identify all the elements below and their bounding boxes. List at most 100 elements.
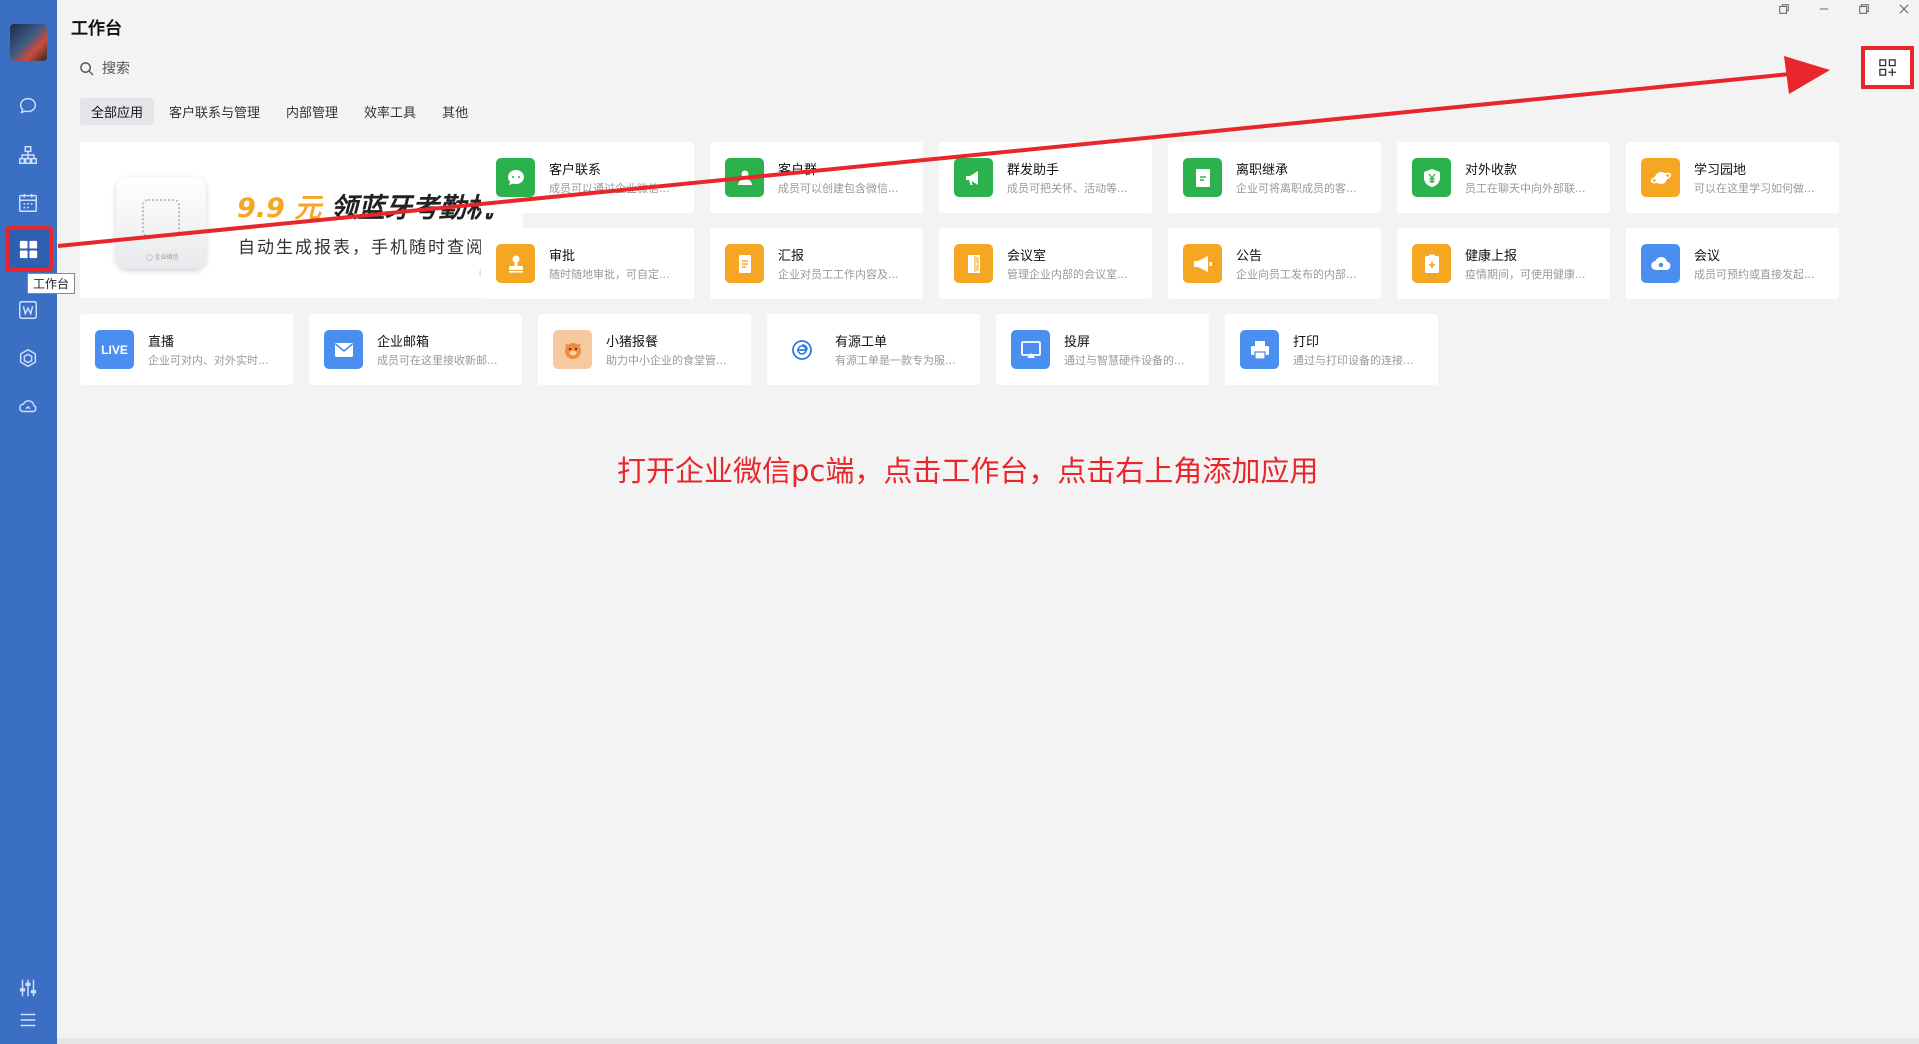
workbench-tooltip: 工作台 — [27, 273, 76, 294]
app-description: 成员可预约或直接发起... — [1694, 268, 1815, 281]
app-name: 对外收款 — [1465, 163, 1518, 178]
app-card[interactable]: 客户联系成员可以通过企业微信... — [481, 142, 694, 213]
app-card[interactable]: 对外收款 员工在聊天中向外部联... — [1397, 142, 1610, 213]
app-description: 成员可把关怀、活动等... — [1007, 182, 1128, 195]
app-name: 群发助手 — [1007, 163, 1060, 178]
page-title: 工作台 — [71, 19, 122, 39]
app-description: 管理企业内部的会议室... — [1007, 268, 1128, 281]
app-description: 企业可对内、对外实时... — [148, 354, 269, 367]
app-name: 有源工单 — [835, 335, 888, 350]
close-icon[interactable] — [1897, 2, 1911, 16]
app-name: 审批 — [549, 249, 576, 264]
add-app-button[interactable] — [1861, 46, 1914, 89]
app-card[interactable]: 客户群 成员可以创建包含微信... — [710, 142, 923, 213]
app-description: 企业可将离职成员的客... — [1236, 182, 1357, 195]
tab-other[interactable]: 其他 — [431, 98, 479, 125]
screen-cast-icon — [1011, 330, 1050, 369]
yuan-shield-icon — [1412, 158, 1451, 197]
app-description: 成员可以通过企业微信... — [549, 182, 670, 195]
restore-icon[interactable] — [1857, 2, 1871, 16]
app-card[interactable]: 会议室管理企业内部的会议室... — [939, 228, 1152, 299]
app-name: 企业邮箱 — [377, 335, 430, 350]
document-w-icon[interactable] — [14, 296, 42, 324]
search-input[interactable]: 搜索 — [102, 58, 130, 78]
tab-all-apps[interactable]: 全部应用 — [80, 98, 155, 125]
tab-customer[interactable]: 客户联系与管理 — [158, 98, 271, 125]
app-card[interactable]: 企业邮箱成员可在这里接收新邮... — [309, 314, 522, 385]
app-description: 随时随地审批，可自定... — [549, 268, 670, 281]
minimize-icon[interactable] — [1817, 2, 1831, 16]
add-app-icon — [1879, 59, 1897, 77]
app-card[interactable]: 离职继承企业可将离职成员的客... — [1168, 142, 1381, 213]
app-description: 有源工单是一款专为服... — [835, 354, 956, 367]
app-name: 客户联系 — [549, 163, 602, 178]
people-group-icon — [725, 158, 764, 197]
cloud-drive-icon[interactable] — [14, 392, 42, 420]
tab-internal[interactable]: 内部管理 — [275, 98, 349, 125]
app-card[interactable]: 健康上报 疫情期间，可使用健康... — [1397, 228, 1610, 299]
message-icon[interactable] — [14, 92, 42, 120]
app-name: 公告 — [1236, 249, 1263, 264]
app-card[interactable]: 学习园地可以在这里学习如何做... — [1626, 142, 1839, 213]
report-icon — [725, 244, 764, 283]
app-description: 企业向员工发布的内部... — [1236, 268, 1357, 281]
workorder-icon — [782, 330, 821, 369]
promo-banner[interactable]: ◯ 企业微信 9.9 元 领蓝牙考勤机 自动生成报表，手机随时查阅 — [80, 142, 523, 298]
app-name: 小猪报餐 — [606, 335, 659, 350]
app-description: 企业对员工工作内容及... — [778, 268, 899, 281]
app-card[interactable]: 投屏 通过与智慧硬件设备的... — [996, 314, 1209, 385]
app-description: 可以在这里学习如何做... — [1694, 182, 1815, 195]
workbench-nav-highlight[interactable] — [5, 226, 53, 272]
app-description: 成员可以创建包含微信... — [778, 182, 899, 195]
avatar[interactable] — [10, 24, 47, 61]
workbench-main: 工作台 搜索 全部应用 客户联系与管理 内部管理 效率工具 其他 ◯ 企业微信 … — [57, 0, 1919, 1044]
app-card[interactable]: LIVE 直播 企业可对内、对外实时... — [80, 314, 293, 385]
settings-sliders-icon[interactable] — [14, 974, 42, 1002]
megaphone-icon — [954, 158, 993, 197]
workbench-grid-icon — [19, 240, 38, 259]
health-clipboard-icon — [1412, 244, 1451, 283]
announcement-icon — [1183, 244, 1222, 283]
bottom-divider — [57, 1038, 1919, 1044]
banner-subtitle: 自动生成报表，手机随时查阅 — [238, 238, 485, 258]
app-name: 会议 — [1694, 249, 1721, 264]
pin-icon[interactable] — [1777, 2, 1791, 16]
app-card[interactable]: 审批随时随地审批，可自定... — [481, 228, 694, 299]
app-name: 汇报 — [778, 249, 805, 264]
app-name: 会议室 — [1007, 249, 1047, 264]
app-description: 通过与打印设备的连接... — [1293, 354, 1414, 367]
attendance-device-image: ◯ 企业微信 — [116, 177, 206, 269]
pig-icon — [553, 330, 592, 369]
calendar-icon[interactable] — [14, 189, 42, 217]
cube-icon[interactable] — [14, 344, 42, 372]
banner-headline: 9.9 元 领蓝牙考勤机 — [237, 186, 493, 225]
app-name: 投屏 — [1064, 335, 1091, 350]
app-card[interactable]: 小猪报餐助力中小企业的食堂管... — [538, 314, 751, 385]
chat-bubble-icon — [496, 158, 535, 197]
banner-price: 9.9 元 — [237, 193, 322, 224]
planet-icon — [1641, 158, 1680, 197]
window-controls — [1777, 2, 1911, 16]
app-name: 离职继承 — [1236, 163, 1289, 178]
app-card[interactable]: 会议成员可预约或直接发起... — [1626, 228, 1839, 299]
app-card[interactable]: 有源工单有源工单是一款专为服... — [767, 314, 980, 385]
banner-headline-text: 领蓝牙考勤机 — [330, 193, 493, 224]
app-card[interactable]: 群发助手成员可把关怀、活动等... — [939, 142, 1152, 213]
search-icon — [80, 61, 94, 76]
live-label: LIVE — [101, 342, 128, 357]
contacts-icon[interactable] — [14, 141, 42, 169]
app-description: 成员可在这里接收新邮... — [377, 354, 498, 367]
live-icon: LIVE — [95, 330, 134, 369]
app-name: 健康上报 — [1465, 249, 1518, 264]
search-bar[interactable]: 搜索 — [79, 58, 130, 78]
app-card[interactable]: 公告企业向员工发布的内部... — [1168, 228, 1381, 299]
tab-efficiency[interactable]: 效率工具 — [353, 98, 427, 125]
app-description: 助力中小企业的食堂管... — [606, 354, 727, 367]
cloud-meeting-icon — [1641, 244, 1680, 283]
app-card[interactable]: 打印通过与打印设备的连接... — [1225, 314, 1438, 385]
instruction-annotation: 打开企业微信pc端，点击工作台，点击右上角添加应用 — [617, 454, 1319, 488]
menu-icon[interactable] — [14, 1006, 42, 1034]
app-card[interactable]: 汇报企业对员工工作内容及... — [710, 228, 923, 299]
app-name: 学习园地 — [1694, 163, 1747, 178]
app-name: 打印 — [1293, 335, 1320, 350]
